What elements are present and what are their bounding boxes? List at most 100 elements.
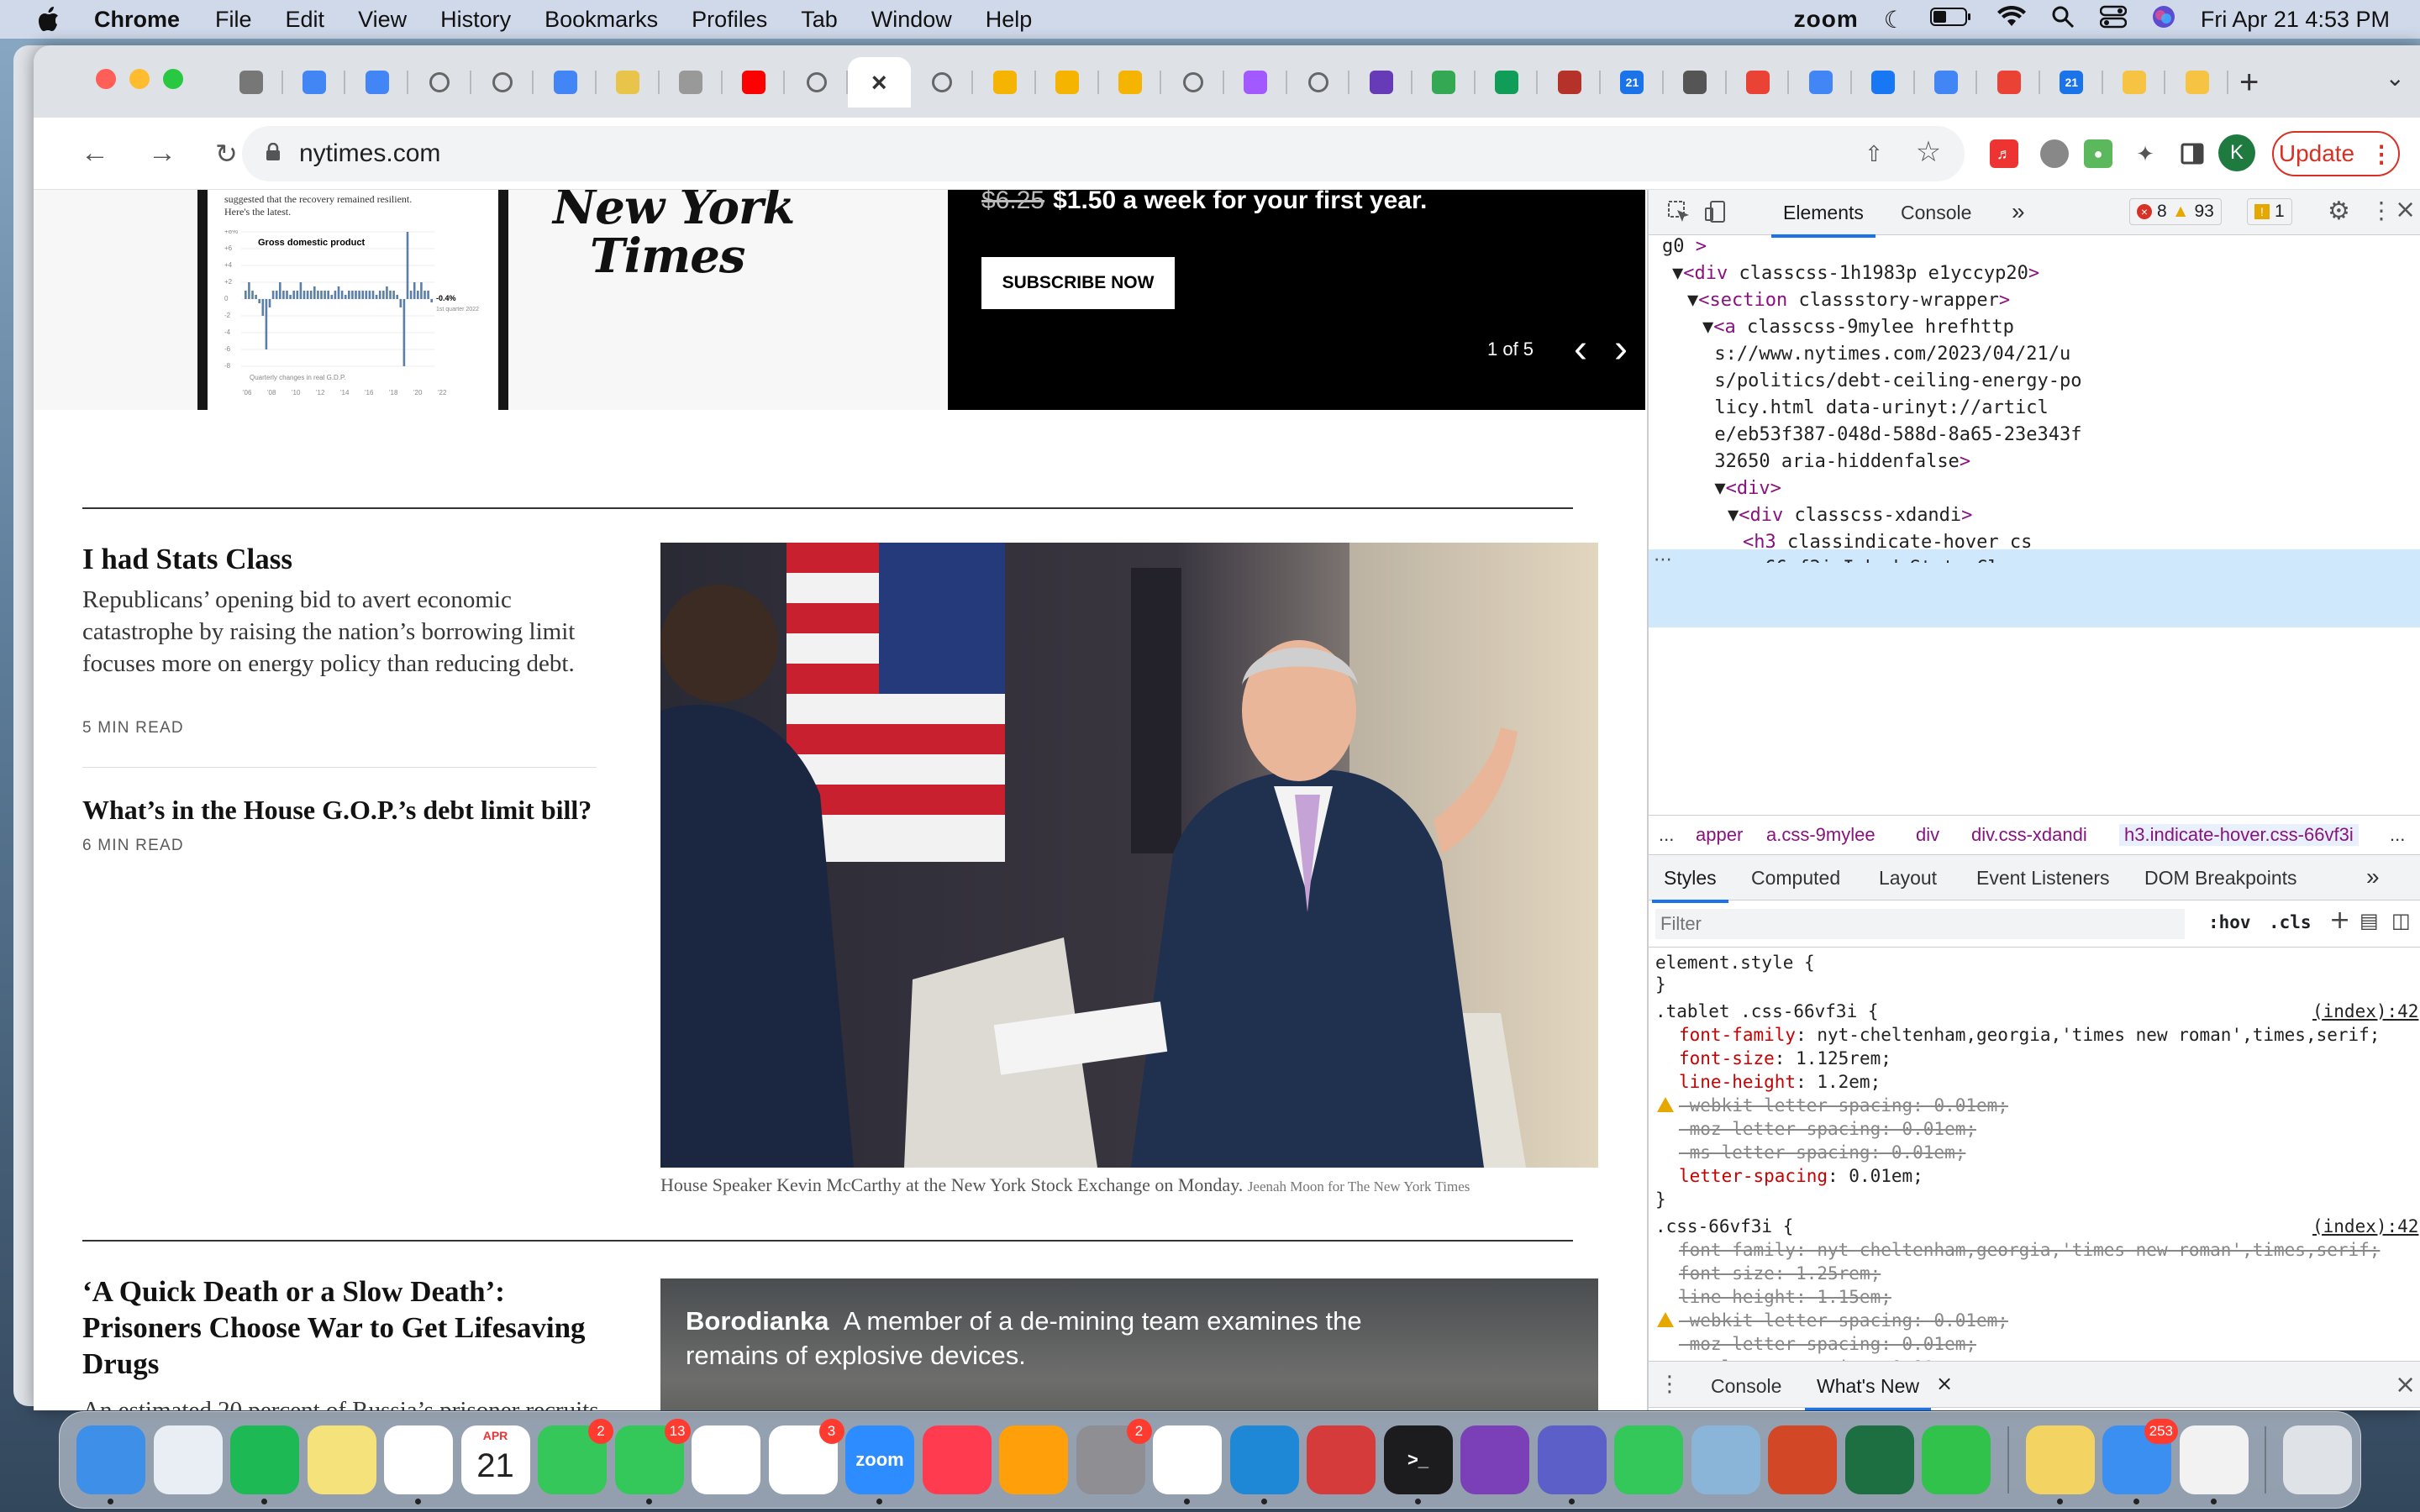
dom-node-line[interactable]: <h3 classindicate-hover cs [1743, 529, 2032, 555]
dock-system-preferences-icon[interactable]: 2 [1076, 1419, 1152, 1494]
story1-summary[interactable]: Republicans’ opening bid to avert econom… [82, 584, 595, 680]
browser-tab[interactable] [785, 57, 848, 108]
drawer-menu-icon[interactable]: ⋮ [1659, 1372, 1681, 1397]
menu-history[interactable]: History [440, 7, 511, 33]
menu-help[interactable]: Help [986, 7, 1033, 33]
dom-tree[interactable]: g0 > ▼<div classcss-1h1983p e1yccyp20> ▼<s… [1649, 235, 2420, 563]
crumb-div[interactable]: div [1916, 824, 1939, 846]
tab-computed[interactable]: Computed [1751, 867, 1840, 890]
mccarthy-photo[interactable] [660, 543, 1598, 1168]
browser-tab[interactable] [408, 57, 471, 108]
dock-terminal-icon[interactable]: >_ [1383, 1425, 1453, 1504]
css-rule-line[interactable]: -webkit-letter-spacing: 0.01em; [1679, 1309, 2008, 1332]
tab-layout[interactable]: Layout [1879, 867, 1937, 890]
browser-tab[interactable] [1977, 57, 2040, 108]
browser-tab[interactable] [1161, 57, 1224, 108]
browser-tab[interactable]: 21 [2040, 57, 2103, 108]
dock-spotify-icon[interactable] [230, 1425, 299, 1504]
close-window-button[interactable] [96, 69, 116, 89]
dock-stickies-icon[interactable] [2025, 1425, 2095, 1504]
browser-tab[interactable] [1287, 57, 1350, 108]
styles-pane[interactable]: element.style {} .tablet .css-66vf3i {fon… [1649, 948, 2420, 1368]
battery-icon[interactable] [1929, 7, 1972, 33]
drawer-tab-close-icon[interactable]: × [1936, 1372, 1953, 1395]
browser-tab[interactable]: × [847, 57, 911, 108]
dom-node-line[interactable]: ▼<a classcss-9mylee hrefhttp [1702, 314, 2014, 340]
devtools-menu-icon[interactable]: ⋮ [2370, 197, 2393, 224]
story3-summary[interactable]: An estimated 20 percent of Russia’s pris… [82, 1394, 603, 1410]
dock-github-desktop-icon[interactable] [1460, 1425, 1529, 1494]
story1-headline[interactable]: I had Stats Class [82, 543, 292, 576]
toggle-sidebar-icon[interactable]: ◫ [2391, 909, 2411, 932]
forward-arrow-icon[interactable]: → [148, 137, 176, 170]
browser-tab[interactable] [471, 57, 534, 108]
dock-excel-icon[interactable] [1844, 1425, 1914, 1494]
extension-red-icon[interactable]: ♬ [1990, 139, 2018, 168]
styles-filter-input[interactable] [1655, 909, 2185, 939]
dom-node-line[interactable]: g0 > [1662, 235, 1707, 260]
browser-tab[interactable] [597, 57, 660, 108]
profile-avatar[interactable]: K [2218, 134, 2255, 171]
spotlight-search-icon[interactable] [2051, 5, 2075, 34]
dock-launchpad-icon[interactable] [153, 1425, 223, 1494]
settings-gear-icon[interactable]: ⚙ [2328, 197, 2350, 226]
browser-tab[interactable] [911, 57, 974, 108]
device-toolbar-icon[interactable] [1704, 200, 1729, 227]
url-text[interactable]: nytimes.com [299, 139, 440, 168]
dock-notes-icon[interactable] [307, 1425, 376, 1494]
update-button[interactable]: Update ⋮ [2272, 131, 2400, 176]
dom-node-line[interactable]: ▼<div classcss-xdandi> [1728, 502, 1972, 528]
dock-calendar-icon[interactable]: APR 21 [460, 1425, 530, 1494]
css-rule-line[interactable]: -webkit-letter-spacing: 0.01em; [1679, 1094, 2008, 1117]
side-panel-icon[interactable] [2178, 139, 2207, 168]
css-rule-line[interactable]: font-size: 1.25rem; [1679, 1262, 1881, 1285]
tab-console[interactable]: Console [1901, 202, 1971, 224]
menu-edit[interactable]: Edit [286, 7, 325, 33]
dock-messages-icon[interactable]: 13 [614, 1419, 691, 1504]
inspect-element-icon[interactable] [1667, 200, 1691, 227]
dock-textedit-icon[interactable] [2179, 1425, 2249, 1504]
new-rule-plus-icon[interactable]: + [2329, 906, 2350, 935]
css-rule-line[interactable]: line-height: 1.15em; [1679, 1285, 1891, 1309]
dock-numbers-icon[interactable] [1922, 1425, 1991, 1494]
dock-powerpoint-icon[interactable] [1768, 1425, 1837, 1494]
drawer-tab-console[interactable]: Console [1711, 1375, 1781, 1398]
css-rule-line[interactable]: -moz-letter-spacing: 0.01em; [1679, 1117, 1976, 1141]
dock-zoom-icon[interactable]: zoom [845, 1425, 914, 1504]
bookmark-star-icon[interactable]: ☆ [1914, 136, 1943, 168]
browser-tab[interactable] [1727, 57, 1790, 108]
menu-tab[interactable]: Tab [801, 7, 838, 33]
browser-tab[interactable] [1664, 57, 1727, 108]
dock-photos-icon[interactable]: 3 [768, 1419, 844, 1494]
siri-icon[interactable] [2152, 5, 2175, 34]
more-menu-icon[interactable]: ⋮ [2370, 140, 2393, 168]
dock-pages-icon[interactable] [999, 1425, 1068, 1494]
dock-reminders-icon[interactable] [692, 1425, 760, 1494]
control-center-icon[interactable] [2099, 5, 2128, 34]
browser-tab[interactable] [1349, 57, 1413, 108]
subscribe-now-button[interactable]: SUBSCRIBE NOW [981, 257, 1175, 309]
css-rule-line[interactable]: -moz-letter-spacing: 0.01em; [1679, 1332, 1976, 1356]
dock-finder-icon[interactable] [76, 1425, 145, 1504]
menu-view[interactable]: View [358, 7, 407, 33]
browser-tab[interactable] [1538, 57, 1601, 108]
browser-tab[interactable] [1852, 57, 1915, 108]
crumb-div-xdandi[interactable]: div.css-xdandi [1971, 824, 2087, 846]
prev-chevron-icon[interactable]: ‹ [1574, 326, 1587, 372]
tab-elements[interactable]: Elements [1771, 202, 1876, 238]
tab-search-chevron-icon[interactable]: ⌄ [2386, 64, 2405, 92]
dom-node-line[interactable]: ▼<section classstory-wrapper> [1687, 287, 2010, 313]
dock-news-icon[interactable] [922, 1425, 992, 1494]
tab-dom-breakpoints[interactable]: DOM Breakpoints [2144, 867, 2297, 890]
moon-icon[interactable]: ☾ [1884, 6, 1905, 34]
crumb-more[interactable]: ... [2390, 824, 2405, 846]
crumb-a[interactable]: a.css-9mylee [1766, 824, 1876, 846]
minimize-window-button[interactable] [129, 69, 150, 89]
css-rule-line[interactable]: font-size: 1.125rem; [1679, 1047, 1891, 1070]
borodianka-photo[interactable]: Borodianka A member of a de-mining team … [660, 1278, 1598, 1410]
css-rule-line[interactable]: font-family: nyt-cheltenham,georgia,'tim… [1679, 1023, 2380, 1047]
menu-window[interactable]: Window [871, 7, 952, 33]
dock-chrome-icon[interactable] [384, 1425, 453, 1504]
cls-toggle[interactable]: .cls [2269, 912, 2312, 932]
dom-node-line[interactable]: ▼<div classcss-1h1983p e1yccyp20> [1672, 260, 2039, 286]
